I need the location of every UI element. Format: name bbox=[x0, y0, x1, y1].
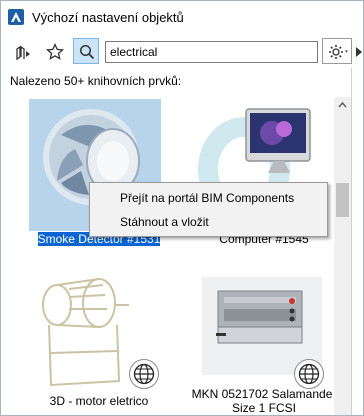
library-browse-icon bbox=[16, 45, 30, 61]
gear-icon bbox=[329, 45, 348, 59]
item-label-line2: Size 1 FCSI bbox=[231, 401, 297, 415]
settings-button[interactable] bbox=[322, 38, 352, 64]
results-scrollbar[interactable] bbox=[334, 97, 351, 415]
search-icon bbox=[79, 44, 95, 60]
toolbar bbox=[1, 36, 363, 68]
window-title: Výchozí nastavení objektů bbox=[32, 10, 184, 25]
globe-icon[interactable] bbox=[129, 359, 159, 389]
context-menu: Přejít na portál BIM Components Stáhnout… bbox=[89, 182, 328, 237]
context-menu-item-bim-portal[interactable]: Přejít na portál BIM Components bbox=[120, 191, 294, 205]
list-item[interactable]: 3D - motor eletrico bbox=[14, 263, 164, 413]
item-label: 3D - motor eletrico bbox=[49, 394, 149, 408]
item-label-line1: MKN 0521702 Salamander bbox=[191, 387, 333, 401]
favorites-button[interactable] bbox=[41, 38, 67, 64]
panel-expand-icon[interactable] bbox=[355, 46, 363, 58]
search-button[interactable] bbox=[73, 38, 99, 64]
side-panel-edge bbox=[351, 68, 363, 415]
search-input[interactable] bbox=[105, 41, 318, 63]
object-settings-window: Výchozí nastavení objektů electrical Nal… bbox=[0, 0, 364, 416]
star-icon bbox=[46, 43, 64, 60]
title-bar: Výchozí nastavení objektů bbox=[1, 1, 363, 34]
scroll-up-icon[interactable] bbox=[334, 97, 351, 114]
results-grid: Smoke Detector #1531 Computer #1545 3D -… bbox=[9, 97, 333, 415]
results-count: Nalezeno 50+ knihovních prvků: bbox=[10, 74, 182, 88]
list-item[interactable]: MKN 0521702 Salamander Size 1 FCSI bbox=[179, 263, 333, 415]
item-label: MKN 0521702 Salamander Size 1 FCSI bbox=[179, 387, 333, 415]
globe-icon[interactable] bbox=[294, 359, 324, 389]
app-icon bbox=[8, 9, 24, 25]
scroll-thumb[interactable] bbox=[336, 183, 349, 217]
context-menu-item-download-place[interactable]: Stáhnout a vložit bbox=[120, 215, 209, 229]
library-browse-button[interactable] bbox=[9, 38, 35, 64]
